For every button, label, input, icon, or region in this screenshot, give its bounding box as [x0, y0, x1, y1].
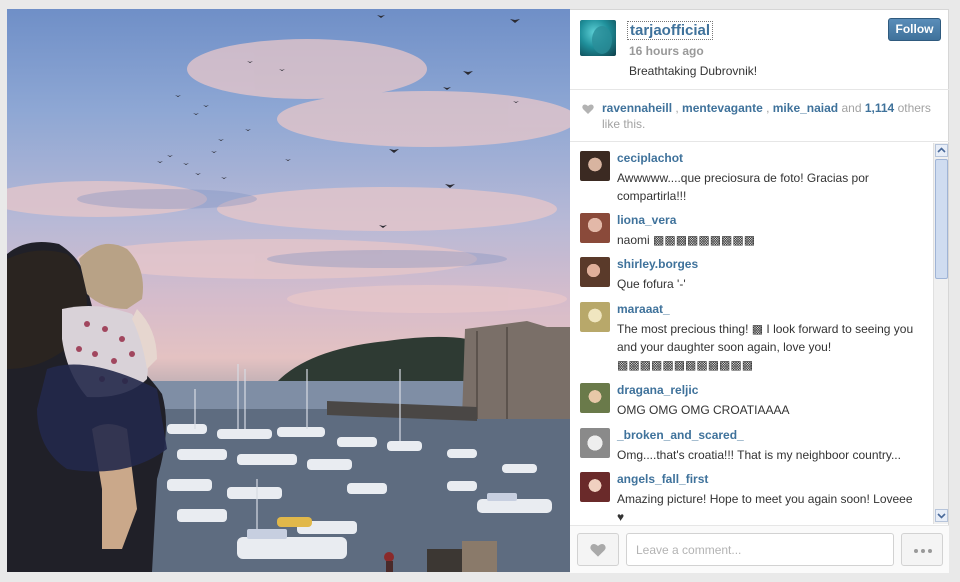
dubrovnik-scene — [7, 15, 570, 572]
comment-text: OMG OMG OMG CROATIAAAA — [617, 403, 790, 417]
comment-username[interactable]: liona_vera — [617, 213, 676, 227]
likes-count-link[interactable]: 1,114 — [865, 101, 894, 115]
comment-avatar[interactable] — [580, 472, 610, 502]
likes-and-text: and — [841, 101, 862, 115]
comment-text: Que fofura '-' — [617, 277, 686, 291]
comment-username[interactable]: _broken_and_scared_ — [617, 428, 744, 442]
scrollbar-thumb[interactable] — [935, 159, 948, 279]
follow-button[interactable]: Follow — [888, 18, 941, 41]
liker-link[interactable]: mentevagante — [682, 101, 763, 115]
scroll-up-button[interactable] — [935, 144, 948, 157]
comment-username[interactable]: angels_fall_first — [617, 472, 708, 486]
comment-text: naomi ▩▩▩▩▩▩▩▩▩ — [617, 233, 756, 247]
heart-icon — [590, 543, 606, 557]
heart-icon — [582, 104, 594, 114]
scroll-down-button[interactable] — [935, 509, 948, 522]
post-header: tarjaofficial 16 hours ago Breathtaking … — [570, 10, 949, 90]
post-sidebar: tarjaofficial 16 hours ago Breathtaking … — [570, 9, 949, 573]
more-options-button[interactable] — [901, 533, 943, 566]
username-link[interactable]: tarjaofficial — [627, 21, 714, 40]
comment-avatar[interactable] — [580, 428, 610, 458]
post-timestamp[interactable]: 16 hours ago — [629, 44, 704, 58]
comment-avatar[interactable] — [580, 257, 610, 287]
comment-username[interactable]: dragana_reljic — [617, 383, 698, 397]
comment-text: The most precious thing! ▩ I look forwar… — [617, 322, 914, 372]
comment-input[interactable] — [626, 533, 894, 566]
comment-avatar[interactable] — [580, 383, 610, 413]
comment-footer — [570, 525, 949, 573]
liker-link[interactable]: mike_naiad — [773, 101, 838, 115]
comment-avatar[interactable] — [580, 302, 610, 332]
comment-username[interactable]: maraaat_ — [617, 302, 670, 316]
likes-summary: ravennaheill , mentevagante , mike_naiad… — [570, 91, 949, 142]
post-caption: Breathtaking Dubrovnik! — [629, 64, 758, 78]
avatar[interactable] — [580, 20, 616, 56]
chevron-up-icon — [937, 147, 946, 153]
chevron-down-icon — [937, 513, 946, 519]
comment-avatar[interactable] — [580, 213, 610, 243]
comment-text: Awwwww....que preciosura de foto! Gracia… — [617, 171, 869, 203]
comment-username[interactable]: ceciplachot — [617, 151, 683, 165]
comment-username[interactable]: shirley.borges — [617, 257, 698, 271]
comment-avatar[interactable] — [580, 151, 610, 181]
like-button[interactable] — [577, 533, 619, 566]
post-photo[interactable] — [7, 9, 570, 572]
comment-scrollbar[interactable] — [933, 143, 948, 524]
comment-text: Omg....that's croatia!!! That is my neig… — [617, 448, 901, 462]
comment-list[interactable]: ceciplachot Awwwww....que preciosura de … — [570, 143, 935, 524]
liker-link[interactable]: ravennaheill — [602, 101, 672, 115]
comment-text: Amazing picture! Hope to meet you again … — [617, 492, 913, 524]
